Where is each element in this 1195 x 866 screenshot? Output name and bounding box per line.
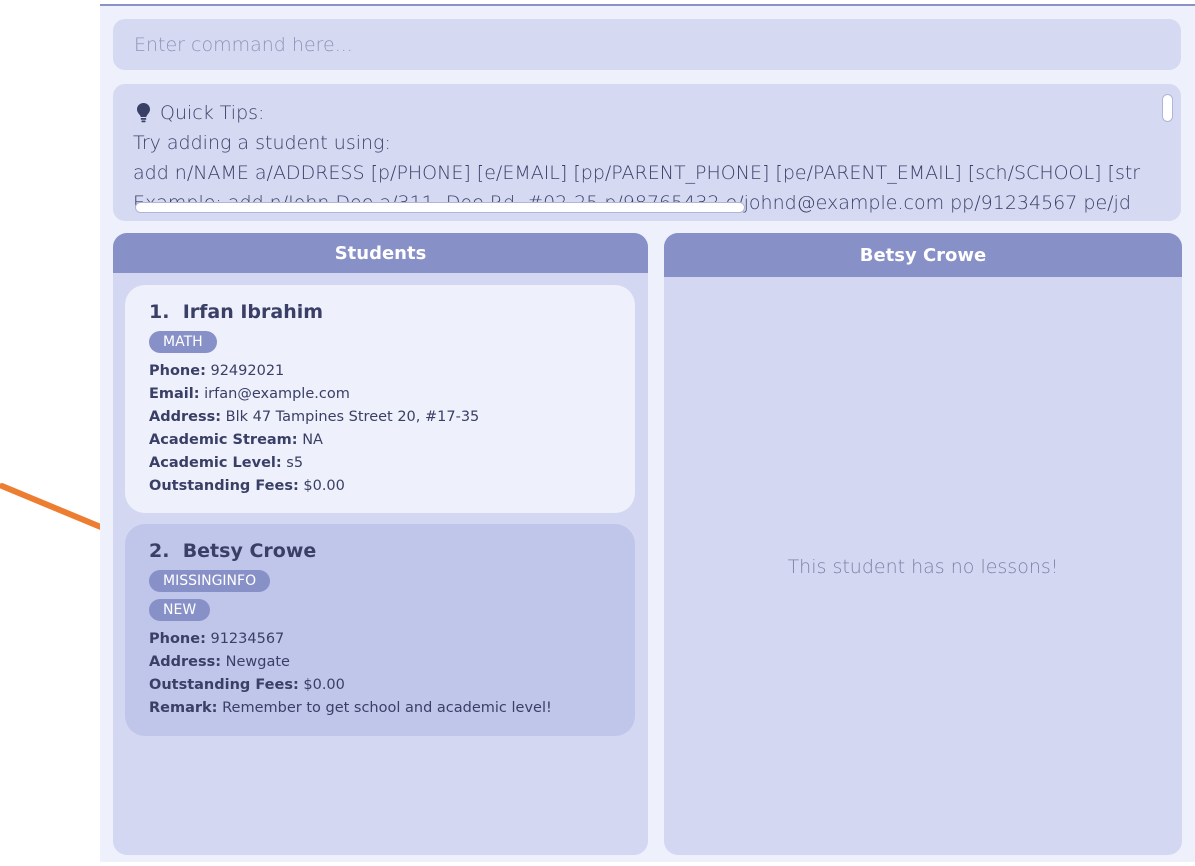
tag: MATH: [149, 331, 217, 353]
outstanding-fees-field: Outstanding Fees: $0.00: [149, 478, 345, 494]
phone-field: Phone: 91234567: [149, 631, 285, 647]
phone-field: Phone: 92492021: [149, 363, 285, 379]
result-text: Quick Tips: Try adding a student using: …: [133, 98, 1161, 218]
students-panel-header: Students: [113, 233, 648, 273]
student-name: 2. Betsy Crowe: [149, 540, 317, 562]
address-field: Address: Blk 47 Tampines Street 20, #17-…: [149, 409, 480, 425]
tag: NEW: [149, 599, 211, 621]
command-box[interactable]: [113, 19, 1181, 70]
command-input[interactable]: [134, 33, 1181, 56]
academic-stream-field: Academic Stream: NA: [149, 432, 323, 448]
student-card[interactable]: 1. Irfan Ibrahim MATH Phone: 92492021 Em…: [125, 285, 635, 513]
lightbulb-icon: [137, 103, 150, 123]
tag-list: MATH: [149, 331, 611, 360]
result-horizontal-scrollbar[interactable]: [135, 202, 745, 213]
address-field: Address: Newgate: [149, 654, 290, 670]
student-card-selected[interactable]: 2. Betsy Crowe MISSINGINFO NEW Phone: 91…: [125, 524, 635, 736]
result-vertical-scrollbar[interactable]: [1162, 94, 1173, 122]
tips-line-2: add n/NAME a/ADDRESS [p/PHONE] [e/EMAIL]…: [133, 162, 1141, 184]
academic-level-field: Academic Level: s5: [149, 455, 304, 471]
students-panel: Students 1. Irfan Ibrahim MATH Phone: 92…: [113, 233, 648, 855]
tips-title: Quick Tips:: [160, 102, 265, 124]
result-display: Quick Tips: Try adding a student using: …: [113, 84, 1181, 221]
tips-line-1: Try adding a student using:: [133, 132, 391, 154]
student-name: 1. Irfan Ibrahim: [149, 301, 324, 323]
outstanding-fees-field: Outstanding Fees: $0.00: [149, 677, 345, 693]
tag-list: MISSINGINFO NEW: [149, 570, 611, 628]
student-detail-panel: Betsy Crowe This student has no lessons!: [664, 233, 1182, 855]
email-field: Email: irfan@example.com: [149, 386, 350, 402]
remark-field: Remark: Remember to get school and acade…: [149, 700, 552, 716]
app-window: Quick Tips: Try adding a student using: …: [100, 4, 1195, 862]
empty-lessons-message: This student has no lessons!: [787, 556, 1059, 578]
detail-panel-header: Betsy Crowe: [664, 233, 1182, 277]
tag: MISSINGINFO: [149, 570, 271, 592]
